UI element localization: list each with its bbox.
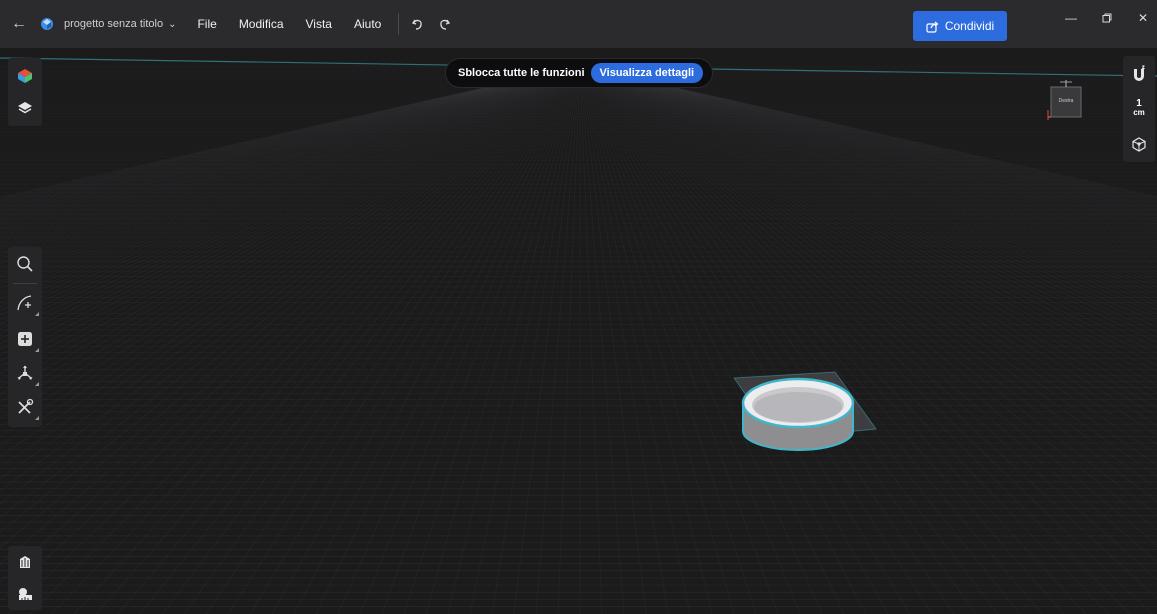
layers-icon[interactable] bbox=[8, 92, 42, 124]
units-icon[interactable]: 1 cm bbox=[1123, 92, 1155, 124]
snap-magnet-icon[interactable] bbox=[1123, 58, 1155, 90]
project-name-dropdown[interactable]: progetto senza titolo ⌄ bbox=[64, 18, 176, 30]
menu-modifica[interactable]: Modifica bbox=[228, 0, 295, 48]
share-label: Condividi bbox=[944, 19, 995, 33]
view-details-button[interactable]: Visualizza dettagli bbox=[590, 63, 704, 83]
title-bar: ← progetto senza titolo ⌄ File Modifica … bbox=[0, 0, 1157, 48]
view-cube-face-label: Destra bbox=[1058, 98, 1074, 104]
chevron-down-icon: ⌄ bbox=[168, 18, 177, 30]
close-icon[interactable]: ✕ bbox=[1125, 0, 1157, 36]
divider bbox=[398, 13, 400, 35]
back-arrow-icon[interactable]: ← bbox=[2, 0, 36, 48]
left-mid-toolbar bbox=[8, 247, 42, 427]
oval-tray-model[interactable] bbox=[733, 371, 877, 451]
share-button[interactable]: Condividi bbox=[913, 11, 1007, 41]
3d-viewport[interactable] bbox=[0, 48, 1157, 614]
objects-icon[interactable] bbox=[8, 60, 42, 92]
transform-icon[interactable] bbox=[8, 357, 42, 389]
menu-aiuto[interactable]: Aiuto bbox=[343, 0, 392, 48]
add-primitive-icon[interactable] bbox=[8, 323, 42, 355]
materials-icon[interactable] bbox=[8, 546, 42, 578]
model-layer bbox=[733, 371, 877, 451]
view-cube[interactable]: Destra bbox=[1046, 80, 1086, 124]
redo-icon[interactable] bbox=[431, 0, 457, 48]
minimize-icon[interactable]: — bbox=[1053, 0, 1089, 36]
tools-icon[interactable] bbox=[8, 391, 42, 423]
restore-icon[interactable] bbox=[1089, 0, 1125, 36]
upgrade-banner: Sblocca tutte le funzioni Visualizza det… bbox=[446, 59, 712, 87]
unit-value: 1 bbox=[1136, 98, 1142, 109]
search-icon[interactable] bbox=[8, 248, 42, 280]
menu-file[interactable]: File bbox=[186, 0, 227, 48]
right-toolbar: 1 cm bbox=[1123, 56, 1155, 162]
app-logo-icon bbox=[36, 0, 58, 48]
measure-icon[interactable] bbox=[8, 578, 42, 610]
project-name: progetto senza titolo bbox=[64, 18, 164, 30]
share-icon bbox=[926, 21, 939, 33]
sketch-icon[interactable] bbox=[8, 287, 42, 319]
undo-icon[interactable] bbox=[405, 0, 431, 48]
divider bbox=[13, 283, 37, 284]
left-top-toolbar bbox=[8, 58, 42, 126]
banner-text: Sblocca tutte le funzioni bbox=[458, 67, 585, 79]
menu-vista[interactable]: Vista bbox=[295, 0, 343, 48]
unit-label: cm bbox=[1133, 108, 1145, 117]
left-bottom-toolbar bbox=[8, 546, 42, 610]
view-mode-icon[interactable] bbox=[1123, 128, 1155, 160]
